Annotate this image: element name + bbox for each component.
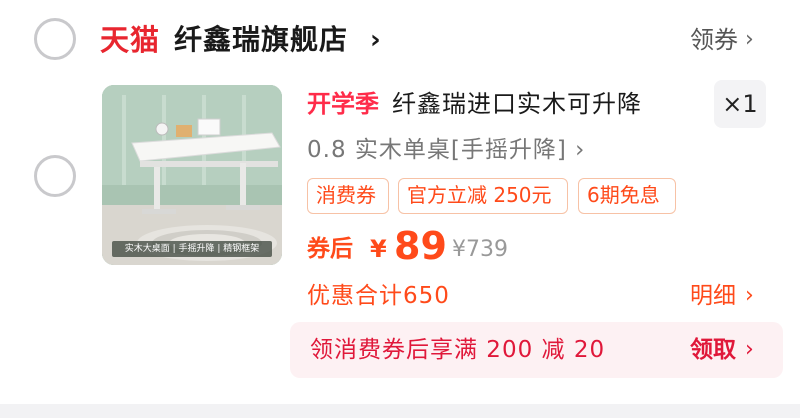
detail-chevron-icon[interactable]: › bbox=[745, 278, 754, 314]
promo-text: 领消费券后享满 200 减 20 bbox=[310, 337, 606, 363]
coupon-chevron-icon[interactable]: › bbox=[745, 22, 754, 58]
product-thumbnail[interactable]: 实木大桌面 | 手摇升降 | 精钢框架 bbox=[102, 85, 282, 265]
chip-official-discount: 官方立减 250元 bbox=[398, 178, 568, 214]
quantity-selector[interactable]: ×1 bbox=[714, 80, 766, 128]
tmall-badge: 天猫 bbox=[100, 23, 161, 57]
chip-installment: 6期免息 bbox=[578, 178, 676, 214]
original-price: ¥739 bbox=[452, 237, 508, 262]
item-select-radio[interactable] bbox=[34, 155, 76, 197]
get-coupon-link[interactable]: 领券 bbox=[690, 22, 738, 58]
claim-chevron-icon[interactable]: › bbox=[745, 332, 754, 368]
shop-chevron-icon[interactable]: › bbox=[370, 20, 381, 60]
sku-spec-selector[interactable]: 0.8 实木单桌[手摇升降] › bbox=[307, 132, 585, 168]
desk-product-image bbox=[102, 85, 282, 265]
price-currency: ¥ bbox=[370, 235, 387, 263]
price-after-coupon-label: 券后 bbox=[307, 236, 353, 262]
claim-coupon-button[interactable]: 领取 bbox=[690, 332, 736, 368]
cart-shop-card: 天猫 纤鑫瑞旗舰店 › 领券 › 实木大桌面 | 手摇升降 | 精钢框架 开学季… bbox=[0, 0, 800, 404]
shop-name[interactable]: 纤鑫瑞旗舰店 bbox=[174, 20, 348, 60]
season-tag: 开学季 bbox=[307, 90, 379, 118]
thumbnail-caption: 实木大桌面 | 手摇升降 | 精钢框架 bbox=[112, 241, 272, 257]
chip-consumer-coupon: 消费券 bbox=[307, 178, 389, 214]
discount-total: 优惠合计650 bbox=[307, 283, 450, 309]
product-title[interactable]: 纤鑫瑞进口实木可升降 bbox=[392, 86, 642, 122]
discount-detail-link[interactable]: 明细 bbox=[690, 278, 736, 314]
list-separator bbox=[0, 404, 800, 418]
price-value: 89 bbox=[394, 224, 447, 268]
shop-select-radio[interactable] bbox=[34, 18, 76, 60]
coupon-promo-banner[interactable]: 领消费券后享满 200 减 20 领取 › bbox=[290, 322, 783, 378]
